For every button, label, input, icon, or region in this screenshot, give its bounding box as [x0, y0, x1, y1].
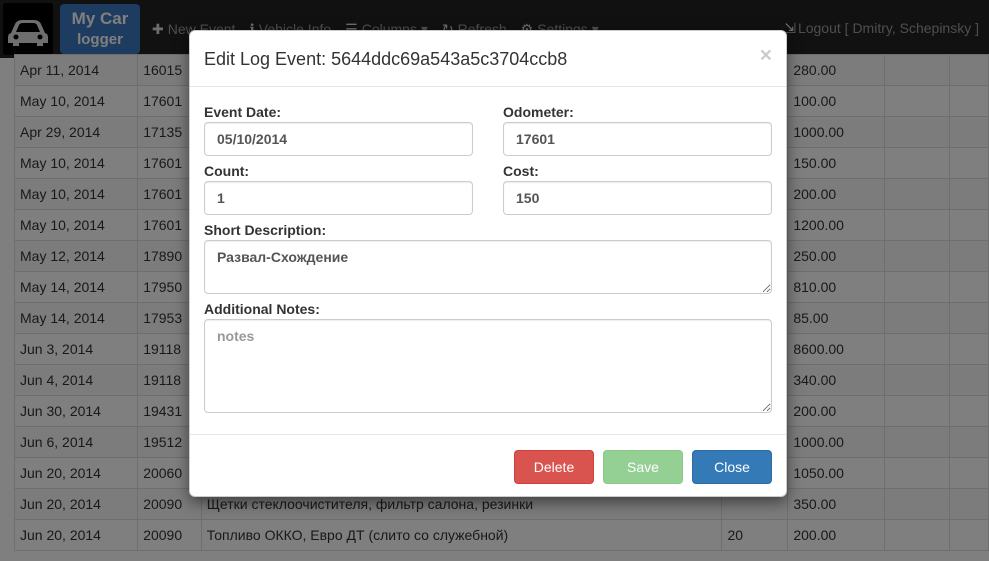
- modal-title: Edit Log Event: 5644ddc69a543a5c3704ccb8: [204, 49, 568, 69]
- count-field[interactable]: [204, 181, 473, 215]
- cost-field[interactable]: [503, 181, 772, 215]
- close-button[interactable]: Close: [692, 450, 772, 484]
- count-label: Count:: [204, 163, 250, 179]
- save-button[interactable]: Save: [603, 450, 683, 484]
- modal-footer: Delete Save Close: [190, 434, 786, 496]
- odometer-label: Odometer:: [503, 104, 574, 120]
- odometer-field[interactable]: [503, 122, 772, 156]
- additional-notes-field[interactable]: [204, 319, 772, 413]
- event-date-label: Event Date:: [204, 104, 282, 120]
- additional-notes-label: Additional Notes:: [204, 301, 320, 317]
- short-description-label: Short Description:: [204, 222, 327, 238]
- close-icon[interactable]: ×: [760, 44, 772, 68]
- modal-header: Edit Log Event: 5644ddc69a543a5c3704ccb8…: [190, 31, 786, 87]
- event-date-field[interactable]: [204, 122, 473, 156]
- edit-event-modal: Edit Log Event: 5644ddc69a543a5c3704ccb8…: [189, 30, 787, 497]
- cost-label: Cost:: [503, 163, 539, 179]
- delete-button[interactable]: Delete: [514, 450, 594, 484]
- short-description-field[interactable]: Развал-Схождение: [204, 240, 772, 294]
